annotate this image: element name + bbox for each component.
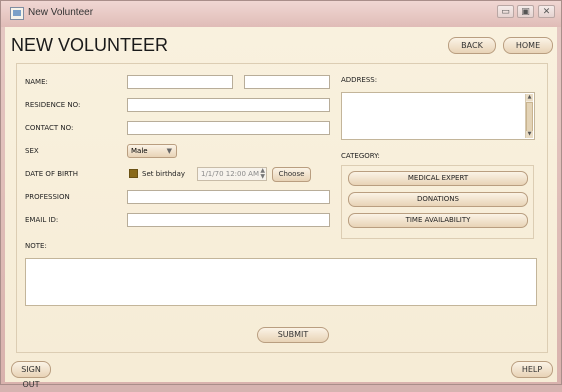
profession-input[interactable] (127, 190, 330, 204)
medical-expert-button[interactable]: MEDICAL EXPERT (348, 171, 528, 186)
close-button[interactable]: ✕ (538, 5, 555, 18)
chevron-down-icon: ▼ (166, 147, 172, 155)
donations-button[interactable]: DONATIONS (348, 192, 528, 207)
time-availability-button[interactable]: TIME AVAILABILITY (348, 213, 528, 228)
window-title: New Volunteer (28, 7, 94, 18)
address-label: ADDRESS: (341, 76, 378, 84)
sex-label: SEX (25, 147, 39, 155)
sex-dropdown-value: Male (131, 147, 148, 155)
contact-no-label: CONTACT NO: (25, 124, 74, 132)
choose-date-button[interactable]: Choose (272, 167, 311, 182)
title-bar: New Volunteer ▭ ▣ ✕ (1, 1, 561, 27)
home-button[interactable]: HOME (503, 37, 553, 54)
minimize-button[interactable]: ▭ (497, 5, 514, 18)
residence-no-input[interactable] (127, 98, 330, 112)
date-of-birth-label: DATE OF BIRTH (25, 170, 78, 178)
new-volunteer-window: New Volunteer ▭ ▣ ✕ NEW VOLUNTEER BACK H… (0, 0, 562, 389)
residence-no-label: RESIDENCE NO: (25, 101, 81, 109)
submit-button[interactable]: SUBMIT (257, 327, 329, 343)
page-title: NEW VOLUNTEER (11, 35, 169, 55)
set-birthday-checkbox[interactable] (129, 169, 138, 178)
note-textarea[interactable] (25, 258, 537, 306)
sign-out-button[interactable]: SIGN OUT (11, 361, 51, 389)
volunteer-form: NAME: RESIDENCE NO: CONTACT NO: SEX DATE… (16, 63, 548, 353)
last-name-input[interactable] (244, 75, 330, 89)
note-label: NOTE: (25, 242, 47, 250)
scroll-up-icon[interactable]: ▲ (526, 94, 533, 101)
email-input[interactable] (127, 213, 330, 227)
address-scrollbar[interactable]: ▲ ▼ (525, 94, 533, 138)
set-birthday-label: Set birthday (142, 170, 186, 178)
help-button[interactable]: HELP (511, 361, 553, 378)
category-label: CATEGORY: (341, 152, 380, 160)
maximize-button[interactable]: ▣ (517, 5, 534, 18)
app-icon (10, 7, 24, 20)
date-spinner[interactable]: 1/1/70 12:00 AM ▲ ▼ (197, 167, 267, 181)
back-button[interactable]: BACK (448, 37, 496, 54)
date-spinner-value: 1/1/70 12:00 AM (201, 170, 259, 178)
scroll-down-icon[interactable]: ▼ (526, 131, 533, 138)
address-textarea[interactable]: ▲ ▼ (341, 92, 535, 140)
profession-label: PROFESSION (25, 193, 70, 201)
category-group: MEDICAL EXPERT DONATIONS TIME AVAILABILI… (341, 165, 534, 239)
spinner-arrows-icon[interactable]: ▲ ▼ (260, 168, 265, 180)
sex-dropdown[interactable]: Male ▼ (127, 144, 177, 158)
name-label: NAME: (25, 78, 48, 86)
main-panel: NEW VOLUNTEER BACK HOME NAME: RESIDENCE … (5, 27, 557, 389)
email-id-label: EMAIL ID: (25, 216, 59, 224)
first-name-input[interactable] (127, 75, 233, 89)
scroll-thumb[interactable] (526, 102, 533, 132)
contact-no-input[interactable] (127, 121, 330, 135)
